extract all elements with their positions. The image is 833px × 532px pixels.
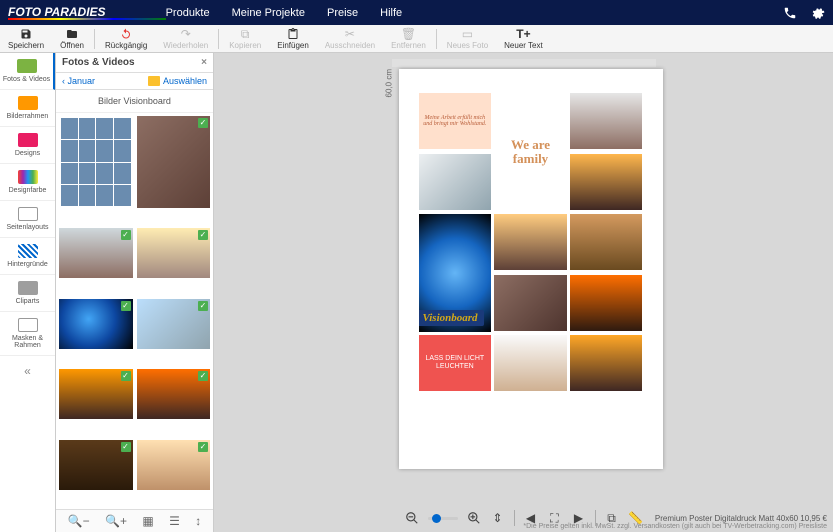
sidebar-masks[interactable]: Masken & Rahmen (0, 312, 55, 356)
nav-hilfe[interactable]: Hilfe (380, 7, 402, 19)
photos-icon (17, 59, 37, 73)
sidebar-layouts[interactable]: Seitenlayouts (0, 201, 55, 238)
copy-icon: ⧉ (241, 28, 250, 40)
thumb-hike[interactable]: ✓ (59, 228, 133, 278)
zoom-out-icon[interactable]: 🔍− (68, 514, 90, 528)
sidebar-designs[interactable]: Designs (0, 127, 55, 164)
nav-preise[interactable]: Preise (327, 7, 358, 19)
sidebar-backgrounds[interactable]: Hintergründe (0, 238, 55, 275)
cell-hike[interactable] (570, 93, 643, 149)
back-button[interactable]: ‹ Januar (62, 76, 95, 86)
sidebar-cliparts[interactable]: Cliparts (0, 275, 55, 312)
paste-button[interactable]: Einfügen (269, 25, 317, 52)
redo-button: ↷ Wiederholen (155, 25, 216, 52)
layouts-icon (18, 207, 38, 221)
open-button[interactable]: Öffnen (52, 25, 92, 52)
sidebar-photos[interactable]: Fotos & Videos (0, 53, 55, 90)
redo-icon: ↷ (181, 28, 191, 40)
thumbnail-grid: ✓ ✓ ✓ ✓ ✓ ✓ ✓ ✓ ✓ (56, 113, 213, 509)
zoom-in-icon[interactable]: 🔍+ (105, 514, 127, 528)
thumb-concert2[interactable]: ✓ (59, 440, 133, 490)
cell-coffee[interactable] (570, 214, 643, 270)
new-text-icon: T+ (516, 28, 530, 40)
panel-footer: 🔍− 🔍+ ▦ ☰ ↕ (56, 509, 213, 532)
app-header: FOTO PARADIES Produkte Meine Projekte Pr… (0, 0, 833, 25)
settings-icon[interactable] (811, 6, 825, 20)
delete-button: 🗑 Entfernen (383, 25, 434, 52)
grid-view-icon[interactable]: ▦ (142, 514, 153, 528)
product-info: Premium Poster Digitaldruck Matt 40x60 1… (523, 514, 827, 523)
assets-panel: Fotos & Videos × ‹ Januar Auswählen Bild… (56, 53, 214, 532)
new-photo-icon: ▭ (462, 28, 473, 40)
main-nav: Produkte Meine Projekte Preise Hilfe (166, 7, 403, 19)
cell-sunset[interactable] (570, 154, 643, 210)
close-icon[interactable]: × (201, 57, 207, 68)
visionboard-label[interactable]: Visionboard (419, 310, 484, 326)
ruler-vertical: 60,0 cm (385, 69, 393, 97)
thumb-office[interactable]: ✓ (137, 299, 211, 349)
open-icon (65, 28, 79, 40)
cell-text-licht[interactable]: LASS DEIN LICHT LEUCHTEN (419, 335, 492, 391)
cell-text-arbeit[interactable]: Meine Arbeit erfüllt mich und bringt mir… (419, 93, 492, 149)
thumb-crowd[interactable]: ✓ (137, 369, 211, 419)
undo-button[interactable]: Rückgängig (97, 25, 155, 52)
designs-icon (18, 133, 38, 147)
cell-office[interactable] (419, 154, 492, 210)
folder-title: Bilder Visionboard (56, 90, 213, 113)
zoom-out-button[interactable] (404, 510, 420, 526)
phone-icon[interactable] (783, 6, 797, 20)
nav-projekte[interactable]: Meine Projekte (232, 7, 305, 19)
cell-lion[interactable] (494, 275, 567, 331)
cell-yoga[interactable] (494, 335, 567, 391)
toolbar: Speichern Öffnen Rückgängig ↷ Wiederhole… (0, 25, 833, 53)
save-icon (19, 28, 33, 40)
delete-icon: 🗑 (401, 28, 416, 40)
save-button[interactable]: Speichern (0, 25, 52, 52)
thumb-water[interactable]: ✓ (137, 228, 211, 278)
nav-produkte[interactable]: Produkte (166, 7, 210, 19)
undo-icon (119, 28, 133, 40)
poster-page[interactable]: Meine Arbeit erfüllt mich und bringt mir… (399, 69, 663, 469)
price-note: *Die Preise gelten inkl. MwSt. zzgl. Ver… (523, 523, 827, 530)
left-sidebar: Fotos & Videos Bilderrahmen Designs Desi… (0, 53, 56, 532)
sidebar-frames[interactable]: Bilderrahmen (0, 90, 55, 127)
thumb-collage[interactable] (59, 116, 133, 208)
status-bar: Premium Poster Digitaldruck Matt 40x60 1… (521, 512, 829, 532)
thumb-yoga[interactable]: ✓ (137, 440, 211, 490)
logo: FOTO PARADIES (8, 5, 166, 20)
cell-text-family[interactable]: We are family (494, 93, 567, 211)
cell-globe[interactable]: Visionboard (419, 214, 492, 332)
folder-icon (148, 76, 160, 86)
frames-icon (18, 96, 38, 110)
masks-icon (18, 318, 38, 332)
canvas-area: 60,0 cm Meine Arbeit erfüllt mich und br… (214, 53, 833, 532)
cell-silhouette-jump[interactable] (494, 214, 567, 270)
sidebar-color[interactable]: Designfarbe (0, 164, 55, 201)
select-folder-button[interactable]: Auswählen (148, 76, 207, 86)
cell-crowd[interactable] (570, 275, 643, 331)
thumb-lion[interactable]: ✓ (137, 116, 211, 208)
collapse-sidebar-icon[interactable]: « (0, 356, 55, 386)
panel-title: Fotos & Videos (62, 57, 135, 68)
sort-icon[interactable]: ↕ (195, 514, 201, 528)
cut-icon: ✂ (345, 28, 355, 40)
paste-icon (286, 28, 300, 40)
zoom-slider[interactable] (428, 517, 458, 520)
cut-button: ✂ Ausschneiden (317, 25, 383, 52)
cliparts-icon (18, 281, 38, 295)
zoom-in-button[interactable] (466, 510, 482, 526)
thumb-globe[interactable]: ✓ (59, 299, 133, 349)
new-text-button[interactable]: T+ Neuer Text (496, 25, 551, 52)
color-icon (18, 170, 38, 184)
backgrounds-icon (18, 244, 38, 258)
fit-height-icon[interactable]: ⇕ (490, 510, 506, 526)
thumb-silhouette[interactable]: ✓ (59, 369, 133, 419)
ruler-horizontal (392, 59, 656, 67)
cell-concert[interactable] (570, 335, 643, 391)
new-photo-button: ▭ Neues Foto (439, 25, 496, 52)
copy-button: ⧉ Kopieren (221, 25, 269, 52)
list-view-icon[interactable]: ☰ (169, 514, 180, 528)
